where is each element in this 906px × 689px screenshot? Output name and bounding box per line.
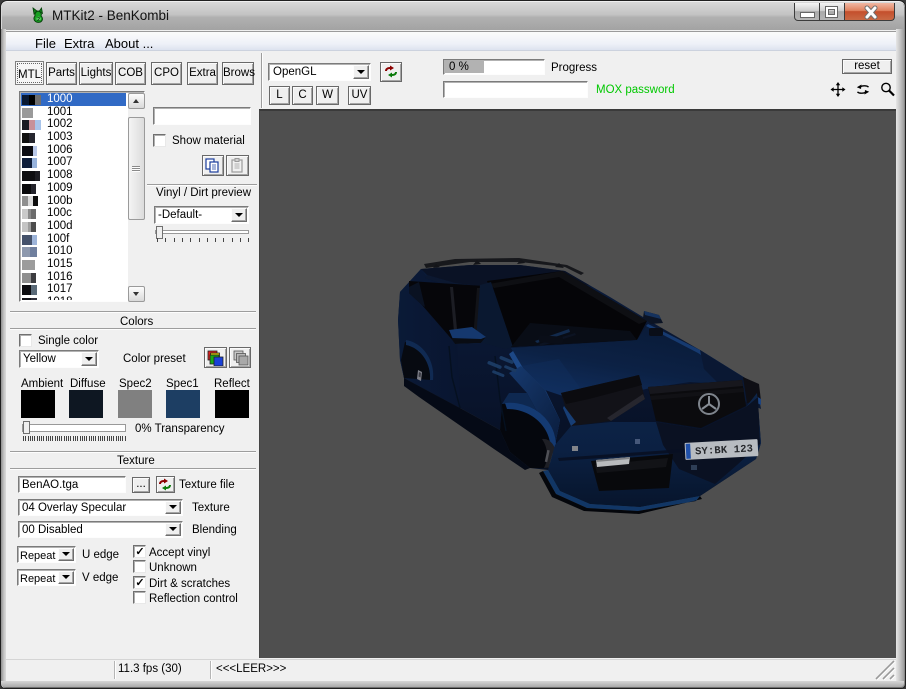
svg-text:2: 2	[37, 17, 40, 23]
